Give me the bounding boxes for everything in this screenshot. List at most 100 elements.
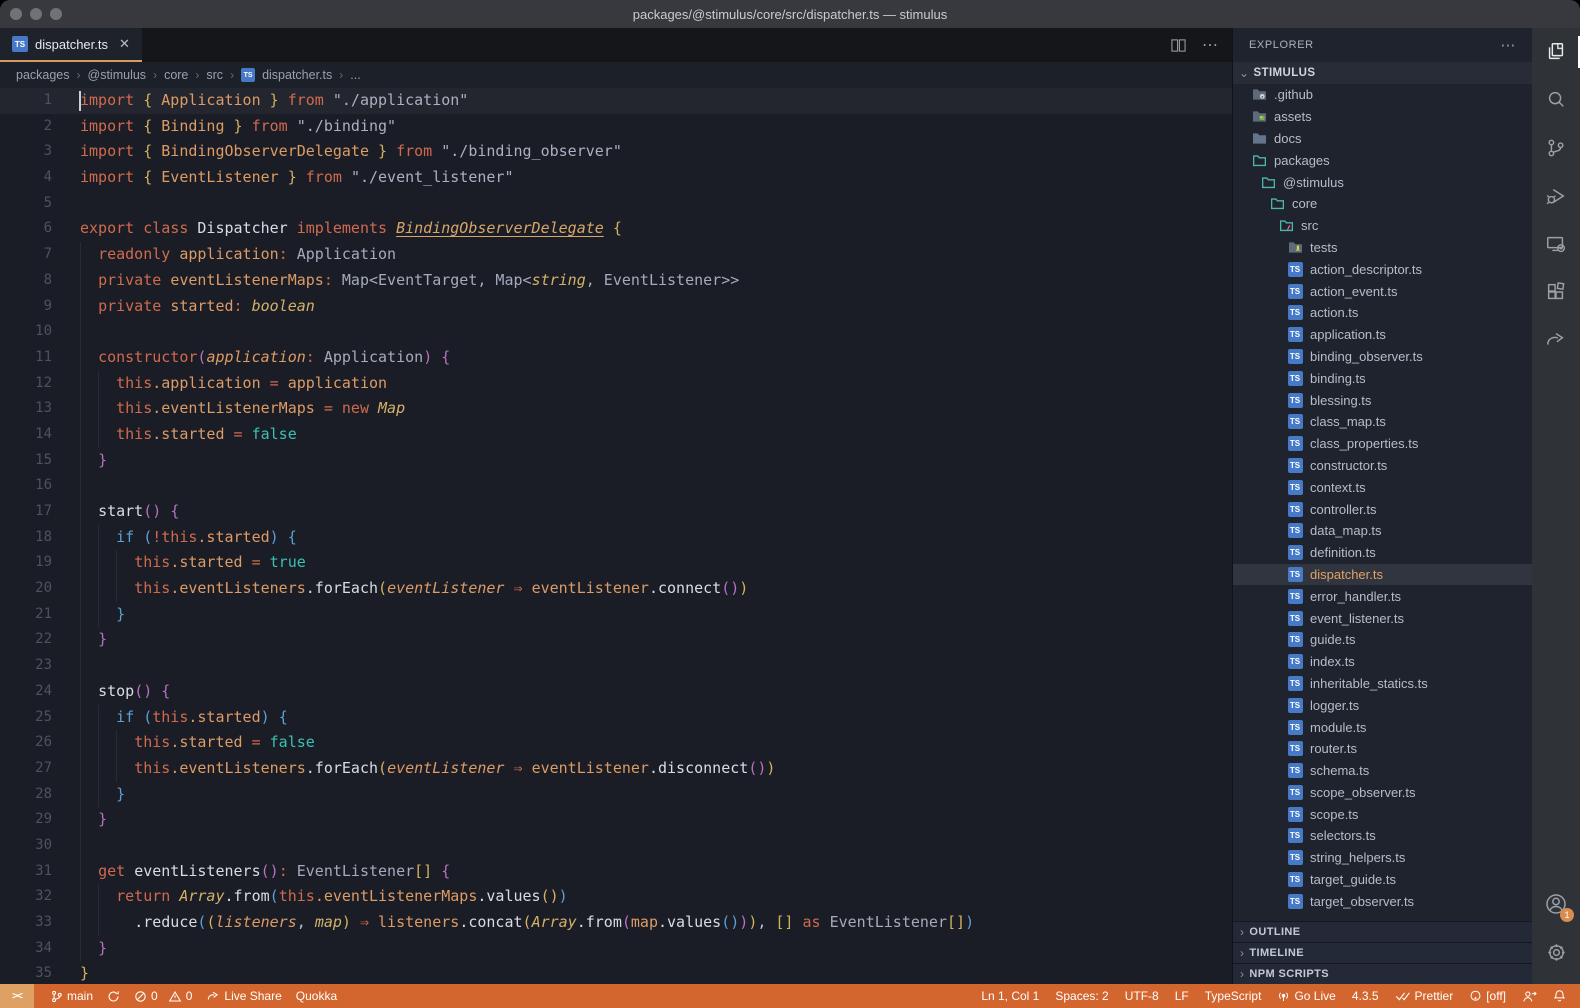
tree-file-event-listener-ts[interactable]: TSevent_listener.ts	[1233, 607, 1532, 629]
tree-file-data-map-ts[interactable]: TSdata_map.ts	[1233, 520, 1532, 542]
tree-file-binding-ts[interactable]: TSbinding.ts	[1233, 367, 1532, 389]
code-line[interactable]: 10	[0, 319, 1232, 345]
code-line[interactable]: 11 constructor(application: Application)…	[0, 345, 1232, 371]
tree-file-guide-ts[interactable]: TSguide.ts	[1233, 629, 1532, 651]
tree-file-target-guide-ts[interactable]: TStarget_guide.ts	[1233, 869, 1532, 891]
breadcrumb-item[interactable]: core	[164, 68, 188, 82]
code-line[interactable]: 19 this.started = true	[0, 550, 1232, 576]
tree-folder--github[interactable]: .github	[1233, 84, 1532, 106]
code-line[interactable]: 30	[0, 833, 1232, 859]
timeline-section[interactable]: ›TIMELINE	[1233, 942, 1532, 963]
sync-changes-button[interactable]	[107, 984, 120, 1008]
breadcrumb-item[interactable]: ...	[350, 68, 360, 82]
code-line[interactable]: 9 private started: boolean	[0, 294, 1232, 320]
go-live-button[interactable]: Go Live	[1277, 984, 1335, 1008]
prettier-item[interactable]: Prettier	[1395, 984, 1454, 1008]
search-view-icon[interactable]	[1532, 76, 1580, 124]
tree-file-blessing-ts[interactable]: TSblessing.ts	[1233, 389, 1532, 411]
tree-folder-src[interactable]: src	[1233, 215, 1532, 237]
split-editor-icon[interactable]	[1171, 38, 1186, 53]
source-control-view-icon[interactable]	[1532, 124, 1580, 172]
quokka-button[interactable]: Quokka	[296, 984, 337, 1008]
code-line[interactable]: 6export class Dispatcher implements Bind…	[0, 216, 1232, 242]
live-share-view-icon[interactable]	[1532, 316, 1580, 364]
tree-file-application-ts[interactable]: TSapplication.ts	[1233, 324, 1532, 346]
extensions-view-icon[interactable]	[1532, 268, 1580, 316]
git-branch-item[interactable]: main	[50, 984, 93, 1008]
code-line[interactable]: 4import { EventListener } from "./event_…	[0, 165, 1232, 191]
cursor-position[interactable]: Ln 1, Col 1	[981, 984, 1039, 1008]
code-line[interactable]: 17 start() {	[0, 499, 1232, 525]
tree-file-selectors-ts[interactable]: TSselectors.ts	[1233, 825, 1532, 847]
tree-file-target-observer-ts[interactable]: TStarget_observer.ts	[1233, 890, 1532, 912]
encoding-item[interactable]: UTF-8	[1125, 984, 1159, 1008]
project-section-header[interactable]: ⌄ STIMULUS	[1233, 62, 1532, 84]
tree-folder-assets[interactable]: assets	[1233, 106, 1532, 128]
code-line[interactable]: 35}	[0, 961, 1232, 984]
tree-folder-docs[interactable]: docs	[1233, 128, 1532, 150]
feedback-icon[interactable]	[1522, 984, 1537, 1008]
breadcrumb-item[interactable]: dispatcher.ts	[262, 68, 332, 82]
tree-folder-core[interactable]: core	[1233, 193, 1532, 215]
code-line[interactable]: 32 return Array.from(this.eventListenerM…	[0, 884, 1232, 910]
tree-file-action-event-ts[interactable]: TSaction_event.ts	[1233, 280, 1532, 302]
tree-file-dispatcher-ts[interactable]: TSdispatcher.ts	[1233, 564, 1532, 586]
screencast-mode-item[interactable]: [off]	[1469, 984, 1506, 1008]
code-line[interactable]: 5	[0, 191, 1232, 217]
explorer-more-actions-icon[interactable]: ⋯	[1500, 36, 1516, 54]
language-mode-item[interactable]: TypeScript	[1205, 984, 1262, 1008]
tree-file-context-ts[interactable]: TScontext.ts	[1233, 476, 1532, 498]
indentation-item[interactable]: Spaces: 2	[1055, 984, 1108, 1008]
problems-item[interactable]: 0 0	[134, 984, 192, 1008]
code-line[interactable]: 7 readonly application: Application	[0, 242, 1232, 268]
code-line[interactable]: 34 }	[0, 936, 1232, 962]
tree-file-error-handler-ts[interactable]: TSerror_handler.ts	[1233, 585, 1532, 607]
code-line[interactable]: 1import { Application } from "./applicat…	[0, 88, 1232, 114]
code-line[interactable]: 29 }	[0, 807, 1232, 833]
tree-file-class-properties-ts[interactable]: TSclass_properties.ts	[1233, 433, 1532, 455]
code-line[interactable]: 25 if (this.started) {	[0, 705, 1232, 731]
code-editor[interactable]: 1import { Application } from "./applicat…	[0, 88, 1232, 984]
code-line[interactable]: 2import { Binding } from "./binding"	[0, 114, 1232, 140]
tree-file-module-ts[interactable]: TSmodule.ts	[1233, 716, 1532, 738]
tree-file-binding-observer-ts[interactable]: TSbinding_observer.ts	[1233, 346, 1532, 368]
tree-file-scope-observer-ts[interactable]: TSscope_observer.ts	[1233, 782, 1532, 804]
tree-file-index-ts[interactable]: TSindex.ts	[1233, 651, 1532, 673]
eol-item[interactable]: LF	[1175, 984, 1189, 1008]
npm-scripts-section[interactable]: ›NPM SCRIPTS	[1233, 963, 1532, 984]
code-line[interactable]: 28 }	[0, 782, 1232, 808]
close-tab-icon[interactable]: ✕	[119, 36, 130, 52]
accounts-icon[interactable]: 1	[1532, 880, 1580, 928]
code-line[interactable]: 8 private eventListenerMaps: Map<EventTa…	[0, 268, 1232, 294]
code-line[interactable]: 33 .reduce((listeners, map) ⇒ listeners.…	[0, 910, 1232, 936]
breadcrumb-item[interactable]: src	[206, 68, 223, 82]
code-line[interactable]: 18 if (!this.started) {	[0, 525, 1232, 551]
explorer-view-icon[interactable]	[1532, 28, 1580, 76]
code-line[interactable]: 16	[0, 473, 1232, 499]
code-line[interactable]: 27 this.eventListeners.forEach(eventList…	[0, 756, 1232, 782]
remote-explorer-view-icon[interactable]	[1532, 220, 1580, 268]
code-line[interactable]: 31 get eventListeners(): EventListener[]…	[0, 859, 1232, 885]
tree-file-scope-ts[interactable]: TSscope.ts	[1233, 803, 1532, 825]
tree-file-string-helpers-ts[interactable]: TSstring_helpers.ts	[1233, 847, 1532, 869]
code-line[interactable]: 26 this.started = false	[0, 730, 1232, 756]
code-line[interactable]: 23	[0, 653, 1232, 679]
tree-folder--stimulus[interactable]: @stimulus	[1233, 171, 1532, 193]
more-actions-icon[interactable]: ⋯	[1202, 35, 1218, 55]
code-line[interactable]: 3import { BindingObserverDelegate } from…	[0, 139, 1232, 165]
code-line[interactable]: 13 this.eventListenerMaps = new Map	[0, 396, 1232, 422]
tree-file-action-descriptor-ts[interactable]: TSaction_descriptor.ts	[1233, 258, 1532, 280]
tab-dispatcher[interactable]: TS dispatcher.ts ✕	[0, 28, 142, 62]
tree-folder-tests[interactable]: tests	[1233, 237, 1532, 259]
tree-file-router-ts[interactable]: TSrouter.ts	[1233, 738, 1532, 760]
remote-indicator[interactable]: ><	[0, 984, 34, 1008]
tree-file-inheritable-statics-ts[interactable]: TSinheritable_statics.ts	[1233, 673, 1532, 695]
tree-file-constructor-ts[interactable]: TSconstructor.ts	[1233, 455, 1532, 477]
run-debug-view-icon[interactable]	[1532, 172, 1580, 220]
live-share-button[interactable]: Live Share	[206, 984, 281, 1008]
tree-file-class-map-ts[interactable]: TSclass_map.ts	[1233, 411, 1532, 433]
code-line[interactable]: 12 this.application = application	[0, 371, 1232, 397]
version-item[interactable]: 4.3.5	[1352, 984, 1379, 1008]
code-line[interactable]: 22 }	[0, 627, 1232, 653]
outline-section[interactable]: ›OUTLINE	[1233, 921, 1532, 942]
